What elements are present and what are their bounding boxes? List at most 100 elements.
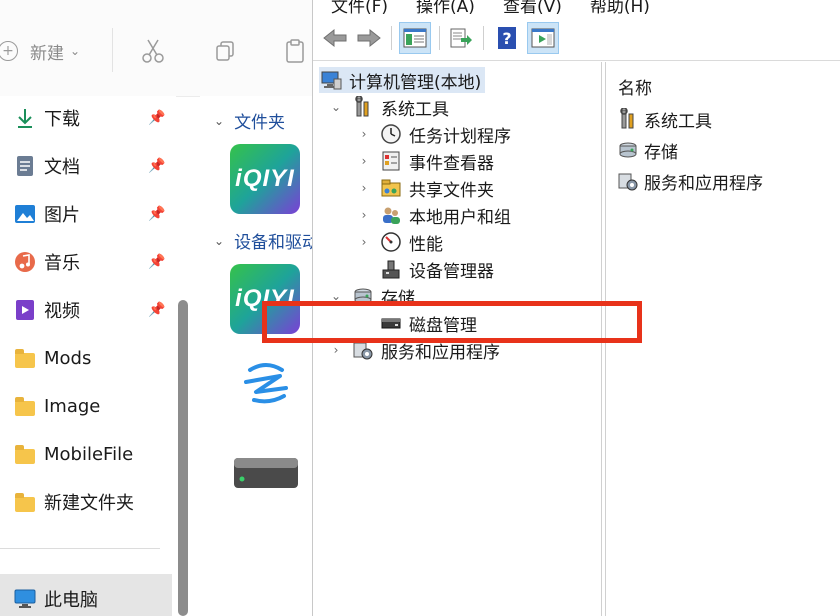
nav-item-label: 新建文件夹 <box>44 493 134 514</box>
download-icon <box>14 107 36 129</box>
folder-icon <box>14 347 36 369</box>
tree-node-performance[interactable]: › 性能 <box>357 229 443 255</box>
nav-item-label: 音乐 <box>44 253 80 274</box>
toolbar-divider <box>112 28 113 72</box>
nav-item-music[interactable]: 音乐 📌 <box>0 242 176 282</box>
nav-item-label: 下载 <box>44 109 80 130</box>
chevron-right-icon[interactable]: › <box>357 127 371 141</box>
pin-icon[interactable]: 📌 <box>148 110 165 126</box>
nav-item-label: 文档 <box>44 157 80 178</box>
list-item-label: 服务和应用程序 <box>644 173 763 194</box>
highlight-annotation-box <box>262 301 642 343</box>
nav-item-pictures[interactable]: 图片 📌 <box>0 194 176 234</box>
system-tools-icon <box>616 107 640 131</box>
music-icon <box>14 251 36 273</box>
chevron-right-icon[interactable]: › <box>357 208 371 222</box>
column-header-name[interactable]: 名称 <box>618 74 652 99</box>
menu-file[interactable]: 文件(F) <box>331 0 388 17</box>
nav-item-label: Mods <box>44 347 92 369</box>
tree-node-shared-folders[interactable]: › 共享文件夹 <box>357 175 494 201</box>
copy-icon[interactable] <box>210 36 240 66</box>
video-icon <box>14 299 36 321</box>
nav-item-documents[interactable]: 文档 📌 <box>0 146 176 186</box>
nav-item-label: 视频 <box>44 301 80 322</box>
new-button-label: 新建 <box>30 43 64 64</box>
forward-button[interactable] <box>353 22 385 54</box>
list-item-services-applications[interactable]: 服务和应用程序 <box>616 168 763 194</box>
mmc-toolbar: ? <box>313 18 840 61</box>
picture-icon <box>14 203 36 225</box>
export-list-button[interactable] <box>445 22 477 54</box>
pin-icon[interactable]: 📌 <box>148 254 165 270</box>
toolbar-divider <box>483 26 484 50</box>
pin-icon[interactable]: 📌 <box>148 206 165 222</box>
monitor-icon <box>14 589 36 609</box>
storage-icon <box>616 138 640 162</box>
chevron-down-icon[interactable]: ⌄ <box>329 100 343 114</box>
section-folders-header[interactable]: ⌄ 文件夹 <box>214 108 285 133</box>
back-button[interactable] <box>319 22 351 54</box>
tree-node-label: 本地用户和组 <box>409 207 511 228</box>
toolbar-divider <box>391 26 392 50</box>
tree-node-task-scheduler[interactable]: › 任务计划程序 <box>357 121 511 147</box>
chevron-right-icon[interactable]: › <box>357 181 371 195</box>
tree-node-label: 系统工具 <box>381 99 449 120</box>
nav-item-mods[interactable]: Mods <box>0 338 176 378</box>
folder-icon <box>14 395 36 417</box>
menu-view[interactable]: 查看(V) <box>503 0 562 17</box>
folder-icon <box>14 491 36 513</box>
list-item-system-tools[interactable]: 系统工具 <box>616 106 712 132</box>
nav-item-downloads[interactable]: 下载 📌 <box>0 98 176 138</box>
chevron-down-icon: ⌄ <box>214 113 225 128</box>
nav-item-label: MobileFile <box>44 443 134 465</box>
nav-item-mobilefile[interactable]: MobileFile <box>0 434 176 474</box>
cut-icon[interactable] <box>138 36 168 66</box>
tree-node-label: 计算机管理(本地) <box>349 72 482 93</box>
help-button[interactable]: ? <box>491 22 523 54</box>
hard-drive-icon[interactable] <box>232 454 300 490</box>
tree-node-label: 设备管理器 <box>409 261 494 282</box>
nav-item-new-folder[interactable]: 新建文件夹 <box>0 482 176 522</box>
nav-item-label: 此电脑 <box>44 590 98 611</box>
explorer-scrollbar[interactable] <box>178 300 188 616</box>
shared-folders-icon <box>379 176 403 200</box>
toolbar-divider <box>439 26 440 50</box>
pin-icon[interactable]: 📌 <box>148 158 165 174</box>
folder-icon <box>14 443 36 465</box>
nav-item-this-pc[interactable]: 此电脑 <box>0 574 172 616</box>
list-item-storage[interactable]: 存储 <box>616 137 678 163</box>
nav-item-image[interactable]: Image <box>0 386 176 426</box>
chevron-right-icon[interactable]: › <box>329 343 343 357</box>
tree-node-device-manager[interactable]: 设备管理器 <box>357 256 494 282</box>
tree-node-label: 任务计划程序 <box>409 126 511 147</box>
chevron-right-icon[interactable]: › <box>357 235 371 249</box>
event-viewer-icon <box>379 149 403 173</box>
nav-item-label: 图片 <box>44 205 80 226</box>
tree-node-local-users-groups[interactable]: › 本地用户和组 <box>357 202 511 228</box>
iqiyi-app-icon[interactable]: iQIYI <box>230 144 300 214</box>
list-item-label: 存储 <box>644 142 678 163</box>
tree-node-computer-management[interactable]: 计算机管理(本地) <box>319 67 486 93</box>
nav-item-videos[interactable]: 视频 📌 <box>0 290 176 330</box>
menu-help[interactable]: 帮助(H) <box>590 0 650 17</box>
console-tree-icon <box>403 28 427 48</box>
chevron-right-icon[interactable]: › <box>357 154 371 168</box>
paste-icon[interactable] <box>280 36 310 66</box>
show-hide-console-tree-button[interactable] <box>399 22 431 54</box>
pin-icon[interactable]: 📌 <box>148 302 165 318</box>
help-icon: ? <box>498 27 516 49</box>
device-manager-icon <box>379 257 403 281</box>
new-button[interactable]: + 新建 ⌄ <box>0 36 80 66</box>
cloud-drive-icon[interactable] <box>236 358 296 408</box>
menu-action[interactable]: 操作(A) <box>416 0 475 17</box>
computer-management-icon <box>319 68 343 92</box>
arrow-left-icon <box>323 28 347 48</box>
tree-node-label: 性能 <box>409 234 443 255</box>
performance-icon <box>379 230 403 254</box>
tree-node-event-viewer[interactable]: › 事件查看器 <box>357 148 494 174</box>
show-hide-action-pane-button[interactable] <box>527 22 559 54</box>
svg-text:?: ? <box>502 29 511 48</box>
plus-icon: + <box>0 41 18 61</box>
services-apps-icon <box>616 169 640 193</box>
tree-node-system-tools[interactable]: ⌄ 系统工具 <box>329 94 449 120</box>
